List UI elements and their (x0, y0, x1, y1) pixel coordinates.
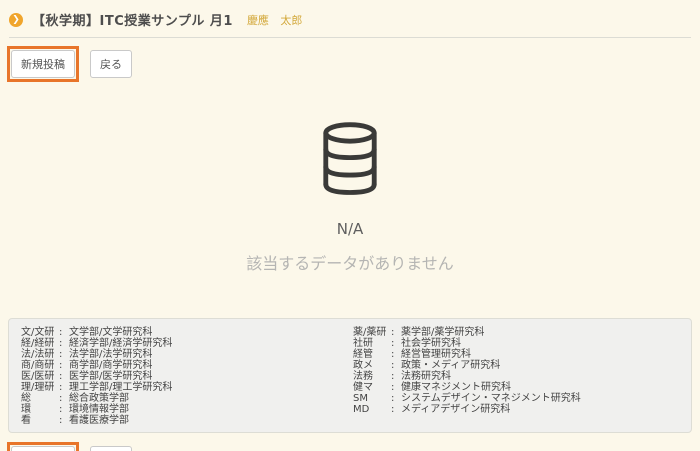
legend-abbr: 法務 (353, 371, 391, 382)
legend-abbr: 経管 (353, 349, 391, 360)
legend-row: 医/医研 : 医学部/医学研究科 (21, 371, 353, 382)
legend-row: 政メ : 政策・メディア研究科 (353, 360, 581, 371)
legend-row: SM : システムデザイン・マネジメント研究科 (353, 393, 581, 404)
legend-row: 経管 : 経営管理研究科 (353, 349, 581, 360)
back-button[interactable]: 戻る (90, 50, 132, 78)
legend-name: 健康マネジメント研究科 (401, 382, 511, 393)
back-button-bottom[interactable]: 戻る (90, 446, 132, 451)
legend-row: 環 : 環境情報学部 (21, 404, 353, 415)
legend-colon: : (59, 415, 69, 426)
legend-row: 商/商研 : 商学部/商学研究科 (21, 360, 353, 371)
new-post-highlight-box: 新規投稿 (7, 46, 79, 82)
bottom-toolbar: 新規投稿 戻る (7, 442, 700, 451)
legend-colon: : (391, 360, 401, 371)
legend-abbr: 環 (21, 404, 59, 415)
legend-row: 健マ : 健康マネジメント研究科 (353, 382, 581, 393)
legend-colon: : (59, 393, 69, 404)
legend-name: 理工学部/理工学研究科 (69, 382, 172, 393)
legend-colon: : (59, 382, 69, 393)
header-divider (9, 37, 691, 38)
legend-colon: : (391, 371, 401, 382)
legend-name: 文学部/文学研究科 (69, 327, 152, 338)
chevron-circle-icon: ❯ (9, 13, 23, 27)
legend-colon: : (391, 404, 401, 415)
legend-colon: : (59, 404, 69, 415)
empty-state: N/A 該当するデータがありません (0, 122, 700, 274)
legend-row: 看 : 看護医療学部 (21, 415, 353, 426)
legend-name: 経済学部/経済学研究科 (69, 338, 172, 349)
legend-name: 総合政策学部 (69, 393, 129, 404)
legend-abbr: 社研 (353, 338, 391, 349)
legend-row: 社研 : 社会学研究科 (353, 338, 581, 349)
legend-name: システムデザイン・マネジメント研究科 (401, 393, 581, 404)
new-post-highlight-box-bottom: 新規投稿 (7, 442, 79, 451)
legend-name: 法務研究科 (401, 371, 451, 382)
legend-name: 法学部/法学研究科 (69, 349, 152, 360)
legend-colon: : (391, 349, 401, 360)
legend-row: 総 : 総合政策学部 (21, 393, 353, 404)
legend-name: 医学部/医学研究科 (69, 371, 152, 382)
legend-abbr: 文/文研 (21, 327, 59, 338)
legend-abbr: 薬/薬研 (353, 327, 391, 338)
legend-row: 法/法研 : 法学部/法学研究科 (21, 349, 353, 360)
legend-row: 理/理研 : 理工学部/理工学研究科 (21, 382, 353, 393)
legend-colon: : (59, 327, 69, 338)
legend-name: 社会学研究科 (401, 338, 461, 349)
legend-name: 薬学部/薬学研究科 (401, 327, 484, 338)
na-label: N/A (0, 220, 700, 238)
legend-abbr: MD (353, 404, 391, 415)
new-post-button[interactable]: 新規投稿 (11, 50, 75, 78)
legend-abbr: 政メ (353, 360, 391, 371)
legend-colon: : (391, 393, 401, 404)
new-post-button-bottom[interactable]: 新規投稿 (11, 446, 75, 451)
legend-row: 薬/薬研 : 薬学部/薬学研究科 (353, 327, 581, 338)
legend-name: 政策・メディア研究科 (401, 360, 500, 371)
legend-name: 経営管理研究科 (401, 349, 471, 360)
legend-row: MD : メディアデザイン研究科 (353, 404, 581, 415)
page-title: 【秋学期】ITC授業サンプル 月1 (32, 10, 233, 29)
faculty-legend-panel: 文/文研 : 文学部/文学研究科 経/経研 : 経済学部/経済学研究科 法/法研… (8, 318, 692, 433)
legend-abbr: 法/法研 (21, 349, 59, 360)
empty-message: 該当するデータがありません (0, 250, 700, 274)
legend-name: 商学部/商学研究科 (69, 360, 152, 371)
legend-colon: : (391, 382, 401, 393)
legend-abbr: 理/理研 (21, 382, 59, 393)
legend-row: 経/経研 : 経済学部/経済学研究科 (21, 338, 353, 349)
legend-name: メディアデザイン研究科 (401, 404, 510, 415)
legend-colon: : (59, 360, 69, 371)
legend-right-column: 薬/薬研 : 薬学部/薬学研究科 社研 : 社会学研究科 経管 : 経営管理研究… (353, 327, 581, 424)
legend-name: 環境情報学部 (69, 404, 129, 415)
top-toolbar: 新規投稿 戻る (7, 46, 700, 82)
page-header: ❯ 【秋学期】ITC授業サンプル 月1 慶應 太郎 (0, 0, 700, 37)
instructor-link[interactable]: 慶應 太郎 (247, 12, 303, 28)
legend-abbr: 健マ (353, 382, 391, 393)
legend-row: 法務 : 法務研究科 (353, 371, 581, 382)
legend-abbr: 医/医研 (21, 371, 59, 382)
legend-abbr: SM (353, 393, 391, 404)
legend-abbr: 総 (21, 393, 59, 404)
legend-abbr: 看 (21, 415, 59, 426)
legend-abbr: 経/経研 (21, 338, 59, 349)
legend-abbr: 商/商研 (21, 360, 59, 371)
legend-left-column: 文/文研 : 文学部/文学研究科 経/経研 : 経済学部/経済学研究科 法/法研… (21, 327, 353, 424)
legend-colon: : (59, 338, 69, 349)
legend-colon: : (391, 338, 401, 349)
legend-colon: : (59, 371, 69, 382)
legend-colon: : (59, 349, 69, 360)
legend-name: 看護医療学部 (69, 415, 129, 426)
legend-colon: : (391, 327, 401, 338)
database-icon (0, 122, 700, 204)
legend-row: 文/文研 : 文学部/文学研究科 (21, 327, 353, 338)
